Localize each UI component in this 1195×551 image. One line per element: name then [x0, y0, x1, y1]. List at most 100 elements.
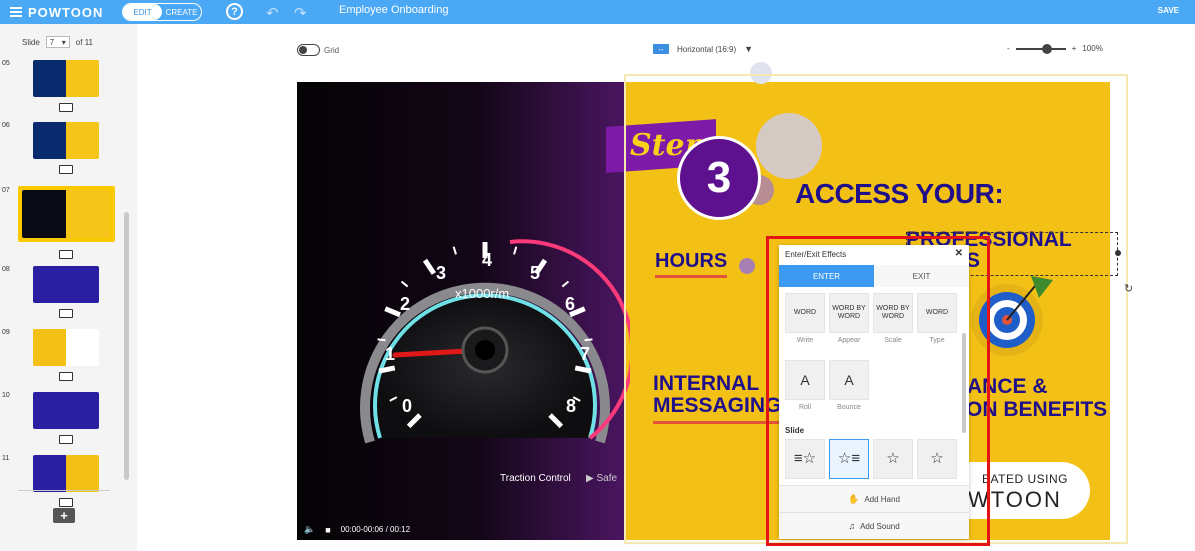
slide-select-value: 7	[49, 37, 55, 47]
document-title[interactable]: Employee Onboarding	[339, 4, 448, 16]
label-balance-benefits[interactable]: ANCE & ON BENEFITS	[966, 375, 1108, 421]
zoom-percent: 100%	[1082, 44, 1103, 53]
playback-bar: 🔈 ■ 00:00-00:06 / 00:12	[304, 524, 410, 535]
decor-bubble	[739, 258, 755, 274]
gauge-tick-4: 4	[482, 250, 492, 270]
camera-icon[interactable]: ■	[325, 525, 330, 535]
gauge-tick-mark	[561, 280, 570, 288]
star-arrow-icon: ≡☆	[793, 450, 817, 467]
panel-title: Enter/Exit Effects	[785, 250, 847, 259]
resize-handle[interactable]	[1115, 250, 1121, 256]
sidebar-divider	[18, 490, 110, 491]
effect-slide-up[interactable]: ☆	[873, 439, 913, 479]
save-button[interactable]: SAVE	[1158, 6, 1179, 15]
created-using-text: EATED USING	[982, 472, 1068, 486]
slide-transition-icon[interactable]	[59, 250, 73, 259]
slide-thumbnail[interactable]	[22, 190, 110, 238]
effect-type[interactable]: WORD	[917, 293, 957, 333]
mode-edit-button[interactable]: EDIT	[123, 4, 162, 20]
zoom-out-button[interactable]: -	[1007, 44, 1010, 53]
gauge-tick-mark	[584, 338, 593, 342]
menu-icon[interactable]	[10, 5, 22, 19]
gauge-tick-6: 6	[565, 294, 575, 314]
volume-icon[interactable]: 🔈	[304, 524, 315, 535]
close-icon[interactable]: ✕	[955, 248, 963, 259]
heading-access[interactable]: ACCESS YOUR:	[795, 178, 1004, 210]
chevron-down-icon: ▾	[61, 37, 66, 47]
music-note-icon: ♫	[848, 521, 856, 531]
step-number-circle[interactable]: 3	[677, 136, 761, 220]
slide-thumbnail[interactable]	[33, 329, 99, 366]
star-arrow-icon: ☆≡	[837, 450, 861, 467]
slide-transition-icon[interactable]	[59, 103, 73, 112]
horizontal-arrows-icon: ↔	[653, 44, 669, 54]
slide-transition-icon[interactable]	[59, 309, 73, 318]
slides-sidebar: Slide 7 ▾ of 11 05 06 07 08 09 10 11 +	[0, 24, 136, 551]
zoom-in-button[interactable]: +	[1072, 44, 1077, 53]
redo-icon[interactable]: ↷	[294, 4, 307, 22]
slide-transition-icon[interactable]	[59, 435, 73, 444]
slide-transition-icon[interactable]	[59, 372, 73, 381]
undo-icon[interactable]: ↶	[266, 4, 279, 22]
add-sound-button[interactable]: ♫ Add Sound	[779, 512, 969, 539]
slide-thumbnail[interactable]	[33, 392, 99, 429]
label-internal-messaging[interactable]: INTERNAL MESSAGING	[653, 373, 782, 424]
add-slide-button[interactable]: +	[53, 508, 75, 523]
slide-thumbnail[interactable]	[33, 60, 99, 97]
effect-label: Write	[796, 337, 814, 344]
add-hand-button[interactable]: ✋ Add Hand	[779, 485, 969, 512]
mode-toggle[interactable]: EDIT CREATE	[122, 3, 202, 21]
logo[interactable]: POWTOON	[10, 5, 110, 20]
help-icon[interactable]: ?	[226, 3, 243, 20]
grid-switch[interactable]	[297, 44, 320, 56]
gauge-tick-mark	[452, 246, 457, 255]
top-bar: POWTOON EDIT CREATE ? ↶ ↷ Employee Onboa…	[0, 0, 1195, 24]
grid-toggle[interactable]: Grid	[297, 44, 339, 56]
bounce-icon: A	[844, 372, 854, 388]
safe-label: ▶ Safe	[586, 473, 618, 484]
effect-label: Roll	[798, 404, 812, 411]
powtoon-badge-text: WTOON	[968, 487, 1062, 512]
gauge-tick-mark	[574, 365, 592, 374]
star-arrow-icon: ☆	[930, 450, 944, 467]
slide-transition-icon[interactable]	[59, 165, 73, 174]
zoom-slider[interactable]	[1015, 43, 1066, 54]
gauge-tick-mark	[422, 258, 436, 275]
speedometer-gauge[interactable]: 0 1 2 3 4 5 6 7 8 x1000r/m	[340, 212, 630, 462]
slide-thumbnail[interactable]	[33, 455, 99, 492]
slide-transition-icon[interactable]	[59, 498, 73, 507]
hand-write-icon: WORD	[793, 309, 817, 316]
effect-scale[interactable]: WORD BY WORD	[873, 293, 913, 333]
scale-icon: WORD BY WORD	[876, 305, 910, 320]
tab-enter[interactable]: ENTER	[779, 265, 874, 287]
effect-bounce[interactable]: A	[829, 360, 869, 400]
slide-thumbnail[interactable]	[33, 122, 99, 159]
slide-number: 07	[2, 187, 10, 194]
add-hand-label: Add Hand	[864, 494, 900, 504]
gauge-tick-mark	[400, 280, 409, 288]
effect-slide-right[interactable]: ≡☆	[785, 439, 825, 479]
effect-label: Appear	[837, 337, 861, 344]
effect-roll[interactable]: A	[785, 360, 825, 400]
effect-write[interactable]: WORD	[785, 293, 825, 333]
effect-slide-left[interactable]: ☆≡	[829, 439, 869, 479]
slide-select[interactable]: 7 ▾	[45, 36, 70, 48]
gauge-tick-mark	[378, 365, 396, 374]
label-hours[interactable]: HOURS	[655, 250, 728, 278]
effect-appear[interactable]: WORD BY WORD	[829, 293, 869, 333]
aspect-ratio-select[interactable]: ↔ Horizontal (16:9) ▼	[653, 44, 753, 54]
label-balance-line1: ANCE &	[967, 375, 1048, 398]
label-balance-line2: ON BENEFITS	[966, 398, 1108, 421]
gauge-tick-mark	[513, 246, 518, 255]
zoom-slider-handle[interactable]	[1041, 43, 1052, 54]
roll-icon: A	[800, 372, 810, 388]
mode-create-button[interactable]: CREATE	[162, 4, 201, 20]
rotate-icon[interactable]: ↻	[1124, 282, 1133, 295]
gauge-tick-3: 3	[436, 263, 446, 283]
slide-thumbnail[interactable]	[33, 266, 99, 303]
tab-exit[interactable]: EXIT	[874, 265, 969, 287]
panel-scrollbar[interactable]	[962, 333, 966, 433]
sidebar-scrollbar[interactable]	[124, 212, 129, 480]
effects-tabs: ENTER EXIT	[779, 265, 969, 287]
effect-slide-down[interactable]: ☆	[917, 439, 957, 479]
